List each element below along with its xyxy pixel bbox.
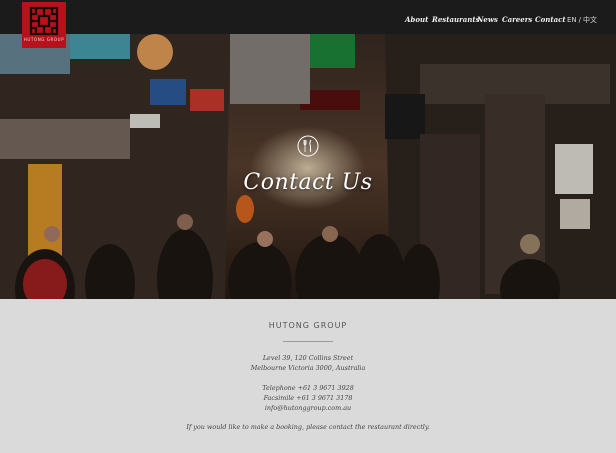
logo-text: HUTONG GROUP	[23, 37, 65, 42]
language-switcher: EN / 中文	[567, 15, 597, 25]
cutlery-icon	[297, 135, 319, 157]
address-line-1: Level 39, 120 Collins Street	[262, 354, 354, 362]
site-header: About Restaurants News Careers Contact E…	[0, 0, 616, 34]
contact-section: HUTONG GROUP Level 39, 120 Collins Stree…	[0, 299, 616, 453]
nav-about[interactable]: About	[405, 15, 428, 24]
address-line-2: Melbourne Victoria 3000, Australia	[250, 364, 366, 372]
nav-news[interactable]: News	[477, 15, 498, 24]
hero-banner: Contact Us	[0, 34, 616, 299]
email-link[interactable]: info@hutonggroup.com.au	[0, 404, 616, 412]
lang-en[interactable]: EN	[567, 16, 577, 24]
nav-careers[interactable]: Careers	[502, 15, 532, 24]
lang-separator: /	[578, 16, 582, 24]
facsimile: Facsimile +61 3 9671 3178	[263, 394, 353, 402]
laneway-photo	[0, 34, 616, 299]
company-name: HUTONG GROUP	[268, 321, 348, 330]
hutong-emblem-icon	[29, 6, 59, 36]
page-title: Contact Us	[243, 170, 373, 195]
telephone: Telephone +61 3 9671 3928	[262, 384, 354, 392]
lang-zh[interactable]: 中文	[583, 16, 597, 24]
hutong-logo[interactable]: HUTONG GROUP	[22, 2, 66, 48]
main-nav: About Restaurants News Careers Contact	[405, 15, 568, 24]
nav-contact[interactable]: Contact	[535, 15, 566, 24]
nav-restaurants[interactable]: Restaurants	[432, 15, 480, 24]
booking-note: If you would like to make a booking, ple…	[186, 423, 430, 431]
divider	[283, 341, 333, 342]
